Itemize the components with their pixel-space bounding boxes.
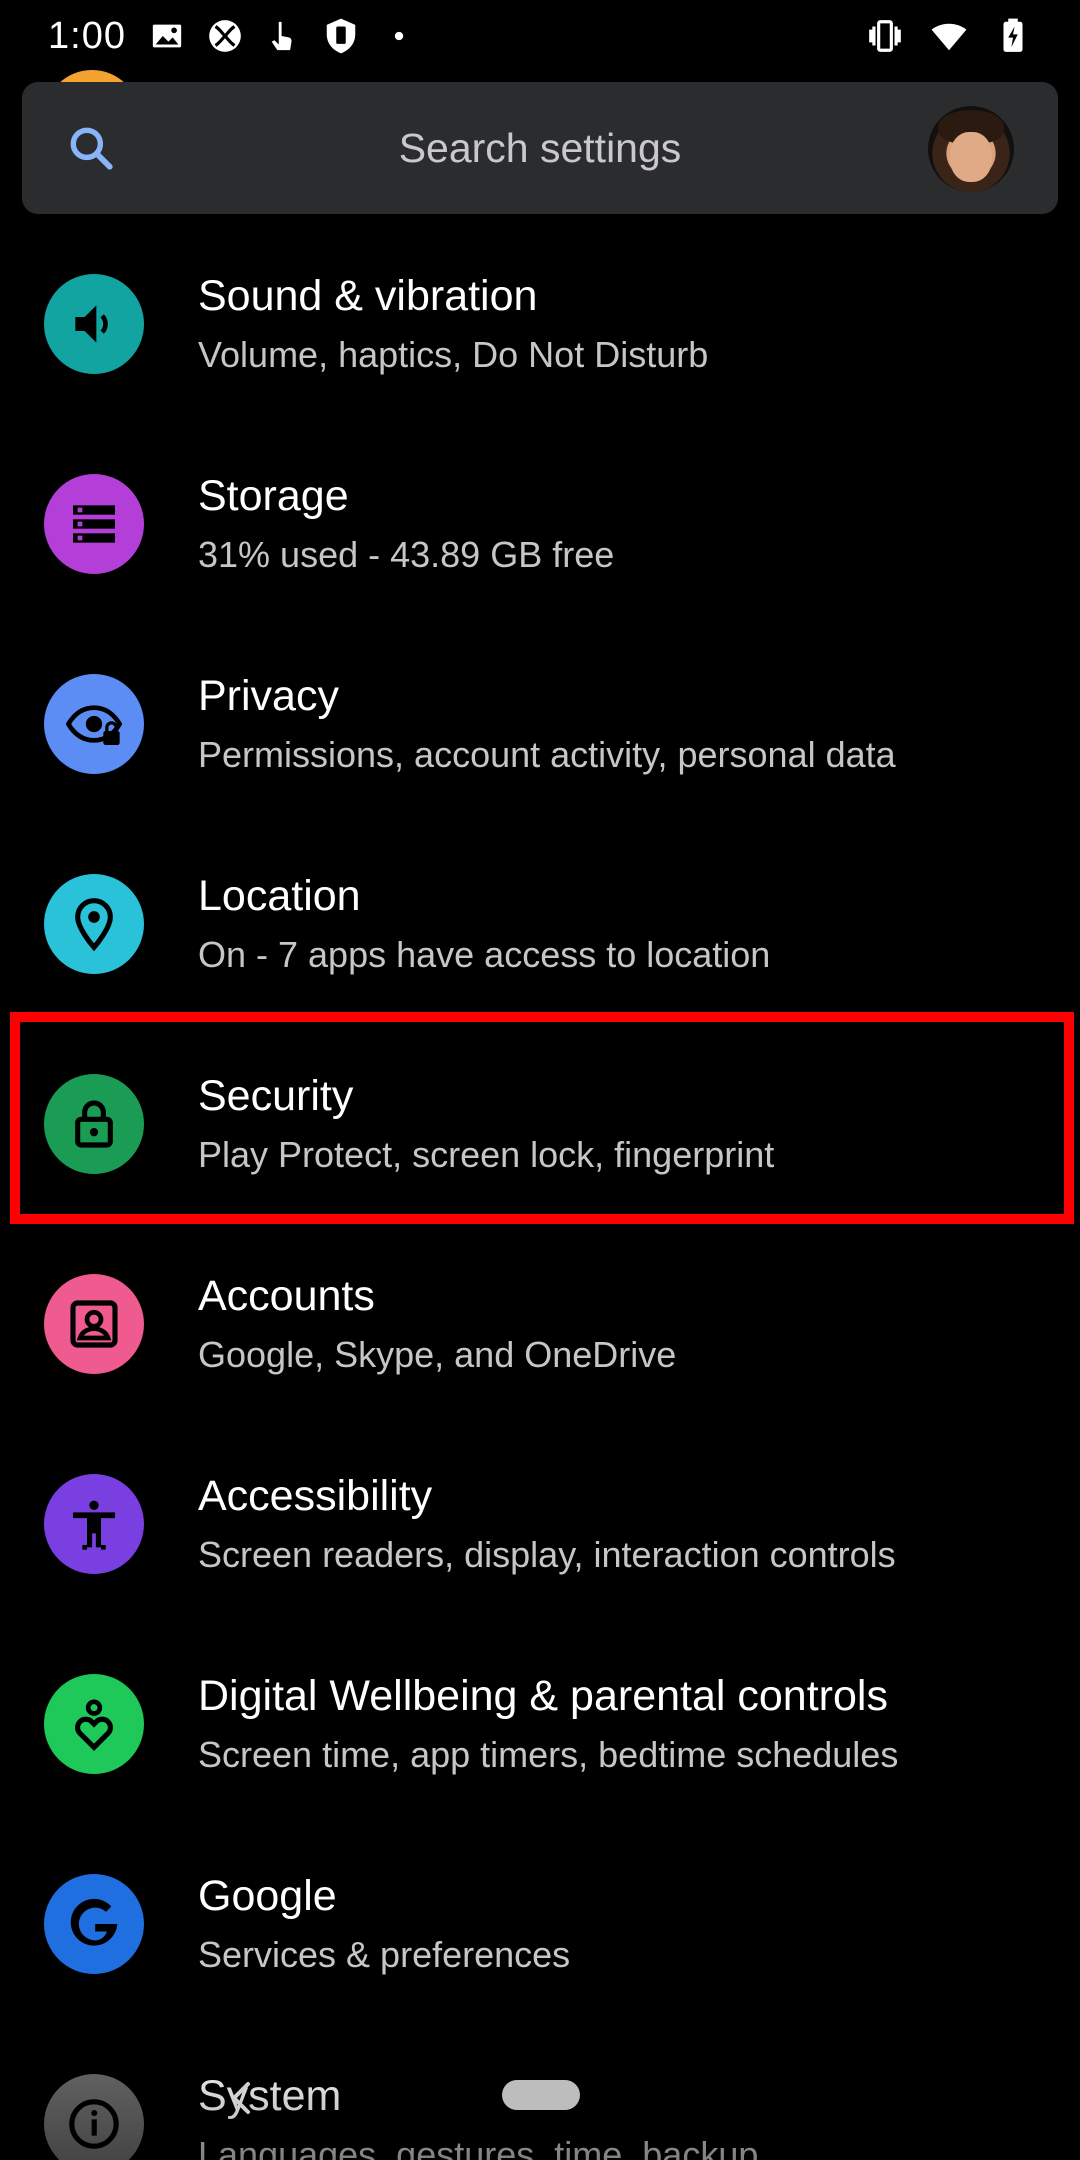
item-title: System (198, 2072, 342, 2120)
vibrate-icon (866, 17, 904, 55)
item-title: Google (198, 1872, 337, 1920)
settings-item-security[interactable]: Security Play Protect, screen lock, fing… (0, 1024, 1080, 1224)
touch-icon (264, 17, 302, 55)
status-time: 1:00 (48, 14, 126, 57)
item-subtitle: Screen time, app timers, bedtime schedul… (198, 1734, 899, 1775)
item-subtitle: Google, Skype, and OneDrive (198, 1334, 677, 1375)
back-gesture-icon[interactable] (226, 2078, 256, 2118)
dot-icon (380, 17, 418, 55)
account-avatar[interactable] (928, 106, 1014, 192)
item-title: Security (198, 1072, 354, 1120)
status-right (866, 17, 1032, 55)
settings-item-location[interactable]: Location On - 7 apps have access to loca… (0, 824, 1080, 1024)
google-g-icon (44, 1874, 144, 1974)
privacy-eye-icon (44, 674, 144, 774)
image-icon (148, 17, 186, 55)
settings-item-sound[interactable]: Sound & vibration Volume, haptics, Do No… (0, 224, 1080, 424)
notification-icons (148, 17, 418, 55)
account-box-icon (44, 1274, 144, 1374)
accessibility-icon (44, 1474, 144, 1574)
location-pin-icon (44, 874, 144, 974)
wellbeing-heart-icon (44, 1674, 144, 1774)
battery-charging-icon (994, 17, 1032, 55)
settings-item-accessibility[interactable]: Accessibility Screen readers, display, i… (0, 1424, 1080, 1624)
xbox-icon (206, 17, 244, 55)
search-bar[interactable]: Search settings (22, 82, 1058, 214)
phone-link-icon (322, 17, 360, 55)
item-title: Location (198, 872, 361, 920)
status-bar: 1:00 (0, 0, 1080, 72)
item-subtitle: Volume, haptics, Do Not Disturb (198, 334, 709, 375)
search-placeholder: Search settings (398, 124, 682, 171)
info-icon (44, 2074, 144, 2160)
item-subtitle: Languages, gestures, time, backup (198, 2134, 759, 2160)
home-gesture-pill[interactable] (502, 2080, 580, 2110)
item-subtitle: Permissions, account activity, personal … (198, 734, 896, 775)
item-subtitle: On - 7 apps have access to location (198, 934, 771, 975)
item-title: Accessibility (198, 1472, 433, 1520)
item-title: Accounts (198, 1272, 375, 1320)
item-title: Digital Wellbeing & parental controls (198, 1672, 888, 1720)
status-left: 1:00 (48, 15, 418, 58)
item-subtitle: Play Protect, screen lock, fingerprint (198, 1134, 775, 1175)
settings-item-privacy[interactable]: Privacy Permissions, account activity, p… (0, 624, 1080, 824)
storage-icon (44, 474, 144, 574)
item-subtitle: Screen readers, display, interaction con… (198, 1534, 896, 1575)
item-title: Sound & vibration (198, 272, 538, 320)
item-subtitle: Services & preferences (198, 1934, 571, 1975)
settings-item-google[interactable]: Google Services & preferences (0, 1824, 1080, 2024)
settings-item-accounts[interactable]: Accounts Google, Skype, and OneDrive (0, 1224, 1080, 1424)
settings-screen: 1:00 Search settings Sound & vibration V… (0, 0, 1080, 2160)
settings-item-storage[interactable]: Storage 31% used - 43.89 GB free (0, 424, 1080, 624)
settings-item-digital-wellbeing[interactable]: Digital Wellbeing & parental controls Sc… (0, 1624, 1080, 1824)
item-subtitle: 31% used - 43.89 GB free (198, 534, 615, 575)
item-title: Storage (198, 472, 349, 520)
volume-icon (44, 274, 144, 374)
item-title: Privacy (198, 672, 339, 720)
lock-icon (44, 1074, 144, 1174)
wifi-icon (930, 17, 968, 55)
